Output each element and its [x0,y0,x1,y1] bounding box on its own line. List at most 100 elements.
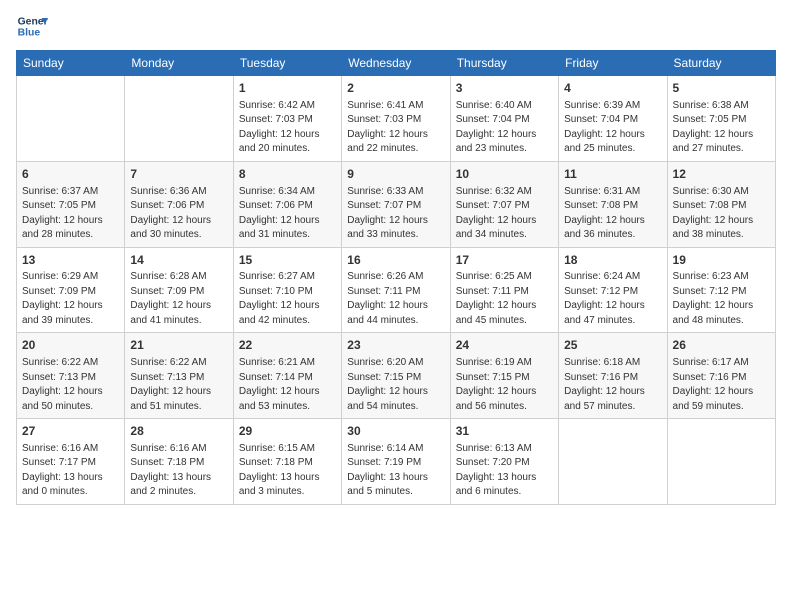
day-info: Sunrise: 6:16 AM Sunset: 7:17 PM Dayligh… [22,442,119,500]
calendar-header-row: SundayMondayTuesdayWednesdayThursdayFrid… [17,51,776,76]
day-info: Sunrise: 6:42 AM Sunset: 7:03 PM Dayligh… [239,99,336,157]
day-info: Sunrise: 6:15 AM Sunset: 7:18 PM Dayligh… [239,442,336,500]
day-number: 28 [130,423,227,440]
day-number: 14 [130,252,227,269]
calendar-cell [559,419,667,505]
calendar-cell: 27Sunrise: 6:16 AM Sunset: 7:17 PM Dayli… [17,419,125,505]
page: General Blue SundayMondayTuesdayWednesda… [0,0,792,612]
day-info: Sunrise: 6:28 AM Sunset: 7:09 PM Dayligh… [130,270,227,328]
calendar-cell: 19Sunrise: 6:23 AM Sunset: 7:12 PM Dayli… [667,247,775,333]
calendar-cell: 22 Sunrise: 6:21 AM Sunset: 7:14 PM Dayli… [233,333,341,419]
day-number: 10 [456,166,553,183]
calendar-cell: 15Sunrise: 6:27 AM Sunset: 7:10 PM Dayli… [233,247,341,333]
day-of-week-header: Sunday [17,51,125,76]
day-number: 30 [347,423,444,440]
day-info: Sunrise: 6:13 AM Sunset: 7:20 PM Dayligh… [456,442,553,500]
day-info: Sunrise: 6:37 AM Sunset: 7:05 PM Dayligh… [22,185,119,243]
day-info: Sunrise: 6:33 AM Sunset: 7:07 PM Dayligh… [347,185,444,243]
day-of-week-header: Tuesday [233,51,341,76]
logo: General Blue [16,10,48,42]
day-info: Sunrise: 6:38 AM Sunset: 7:05 PM Dayligh… [673,99,770,157]
day-info: Sunrise: 6:18 AM Sunset: 7:16 PM Dayligh… [564,356,661,414]
day-info: Sunrise: 6:31 AM Sunset: 7:08 PM Dayligh… [564,185,661,243]
day-of-week-header: Monday [125,51,233,76]
header: General Blue [16,10,776,42]
day-number: 26 [673,337,770,354]
day-number: 15 [239,252,336,269]
day-of-week-header: Friday [559,51,667,76]
calendar-cell [17,76,125,162]
day-info: Sunrise: 6:29 AM Sunset: 7:09 PM Dayligh… [22,270,119,328]
day-number: 17 [456,252,553,269]
calendar-week-row: 6 Sunrise: 6:37 AM Sunset: 7:05 PM Daylig… [17,161,776,247]
day-of-week-header: Saturday [667,51,775,76]
calendar-week-row: 13Sunrise: 6:29 AM Sunset: 7:09 PM Dayli… [17,247,776,333]
day-number: 31 [456,423,553,440]
day-info: Sunrise: 6:34 AM Sunset: 7:06 PM Dayligh… [239,185,336,243]
day-info: Sunrise: 6:20 AM Sunset: 7:15 PM Dayligh… [347,356,444,414]
calendar-cell: 28 Sunrise: 6:16 AM Sunset: 7:18 PM Dayli… [125,419,233,505]
day-number: 5 [673,80,770,97]
day-number: 18 [564,252,661,269]
day-info: Sunrise: 6:19 AM Sunset: 7:15 PM Dayligh… [456,356,553,414]
calendar-cell: 20 Sunrise: 6:22 AM Sunset: 7:13 PM Dayli… [17,333,125,419]
calendar-cell: 5 Sunrise: 6:38 AM Sunset: 7:05 PM Daylig… [667,76,775,162]
day-number: 23 [347,337,444,354]
calendar-cell: 17Sunrise: 6:25 AM Sunset: 7:11 PM Dayli… [450,247,558,333]
day-info: Sunrise: 6:40 AM Sunset: 7:04 PM Dayligh… [456,99,553,157]
day-number: 16 [347,252,444,269]
calendar-cell: 10Sunrise: 6:32 AM Sunset: 7:07 PM Dayli… [450,161,558,247]
day-number: 13 [22,252,119,269]
day-info: Sunrise: 6:23 AM Sunset: 7:12 PM Dayligh… [673,270,770,328]
calendar-cell: 1 Sunrise: 6:42 AM Sunset: 7:03 PM Daylig… [233,76,341,162]
calendar-cell: 21 Sunrise: 6:22 AM Sunset: 7:13 PM Dayli… [125,333,233,419]
day-info: Sunrise: 6:25 AM Sunset: 7:11 PM Dayligh… [456,270,553,328]
day-number: 3 [456,80,553,97]
calendar-cell [125,76,233,162]
calendar-cell: 7Sunrise: 6:36 AM Sunset: 7:06 PM Daylig… [125,161,233,247]
day-info: Sunrise: 6:21 AM Sunset: 7:14 PM Dayligh… [239,356,336,414]
svg-text:Blue: Blue [18,28,41,39]
calendar-week-row: 1 Sunrise: 6:42 AM Sunset: 7:03 PM Daylig… [17,76,776,162]
day-info: Sunrise: 6:22 AM Sunset: 7:13 PM Dayligh… [130,356,227,414]
calendar-cell: 14Sunrise: 6:28 AM Sunset: 7:09 PM Dayli… [125,247,233,333]
calendar-cell: 2 Sunrise: 6:41 AM Sunset: 7:03 PM Daylig… [342,76,450,162]
calendar-cell: 4Sunrise: 6:39 AM Sunset: 7:04 PM Daylig… [559,76,667,162]
day-info: Sunrise: 6:17 AM Sunset: 7:16 PM Dayligh… [673,356,770,414]
calendar-cell: 29Sunrise: 6:15 AM Sunset: 7:18 PM Dayli… [233,419,341,505]
day-number: 22 [239,337,336,354]
day-info: Sunrise: 6:14 AM Sunset: 7:19 PM Dayligh… [347,442,444,500]
day-number: 11 [564,166,661,183]
day-number: 20 [22,337,119,354]
day-info: Sunrise: 6:26 AM Sunset: 7:11 PM Dayligh… [347,270,444,328]
calendar-cell: 9 Sunrise: 6:33 AM Sunset: 7:07 PM Daylig… [342,161,450,247]
day-of-week-header: Wednesday [342,51,450,76]
day-number: 8 [239,166,336,183]
day-info: Sunrise: 6:41 AM Sunset: 7:03 PM Dayligh… [347,99,444,157]
calendar-cell: 6 Sunrise: 6:37 AM Sunset: 7:05 PM Daylig… [17,161,125,247]
day-of-week-header: Thursday [450,51,558,76]
logo-icon: General Blue [16,10,48,42]
calendar-cell: 31 Sunrise: 6:13 AM Sunset: 7:20 PM Dayli… [450,419,558,505]
day-number: 21 [130,337,227,354]
calendar-cell: 3 Sunrise: 6:40 AM Sunset: 7:04 PM Daylig… [450,76,558,162]
calendar-cell: 24Sunrise: 6:19 AM Sunset: 7:15 PM Dayli… [450,333,558,419]
calendar-cell: 13Sunrise: 6:29 AM Sunset: 7:09 PM Dayli… [17,247,125,333]
day-info: Sunrise: 6:27 AM Sunset: 7:10 PM Dayligh… [239,270,336,328]
day-info: Sunrise: 6:16 AM Sunset: 7:18 PM Dayligh… [130,442,227,500]
day-number: 1 [239,80,336,97]
calendar-cell: 18Sunrise: 6:24 AM Sunset: 7:12 PM Dayli… [559,247,667,333]
day-info: Sunrise: 6:24 AM Sunset: 7:12 PM Dayligh… [564,270,661,328]
calendar-week-row: 27Sunrise: 6:16 AM Sunset: 7:17 PM Dayli… [17,419,776,505]
day-info: Sunrise: 6:22 AM Sunset: 7:13 PM Dayligh… [22,356,119,414]
day-number: 6 [22,166,119,183]
day-number: 9 [347,166,444,183]
day-number: 2 [347,80,444,97]
calendar-cell: 25Sunrise: 6:18 AM Sunset: 7:16 PM Dayli… [559,333,667,419]
day-number: 4 [564,80,661,97]
calendar-cell: 8 Sunrise: 6:34 AM Sunset: 7:06 PM Daylig… [233,161,341,247]
day-number: 12 [673,166,770,183]
calendar-cell: 23 Sunrise: 6:20 AM Sunset: 7:15 PM Dayli… [342,333,450,419]
calendar-cell: 26 Sunrise: 6:17 AM Sunset: 7:16 PM Dayli… [667,333,775,419]
calendar-cell: 11 Sunrise: 6:31 AM Sunset: 7:08 PM Dayli… [559,161,667,247]
